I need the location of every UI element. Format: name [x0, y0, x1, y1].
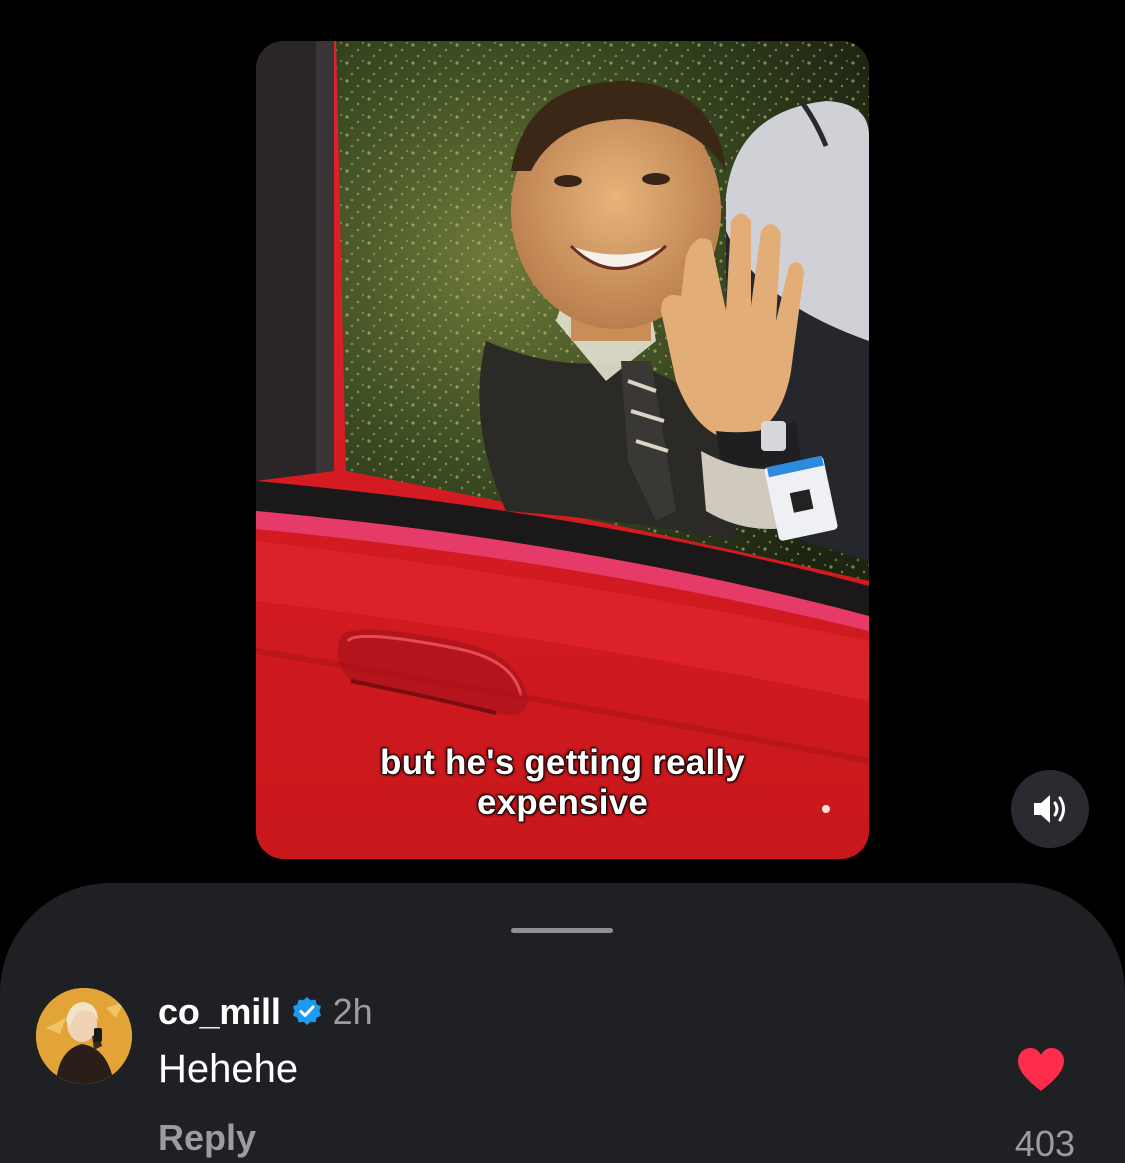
- comment-header: co_mill 2h: [158, 990, 373, 1034]
- page: but he's getting really expensive co_mil…: [0, 0, 1125, 1163]
- video-player[interactable]: but he's getting really expensive: [256, 41, 869, 859]
- like-button[interactable]: [1016, 1047, 1066, 1093]
- heart-filled-icon: [1018, 1048, 1064, 1091]
- video-caption: but he's getting really expensive: [256, 742, 869, 823]
- comment-text: Hehehe: [158, 1047, 299, 1091]
- like-count: 403: [1014, 1123, 1075, 1163]
- caption-line-2: expensive: [476, 782, 649, 822]
- avatar-image: [36, 988, 132, 1084]
- sound-toggle-button[interactable]: [1011, 770, 1089, 848]
- avatar[interactable]: [36, 988, 132, 1084]
- verified-badge-icon: [291, 996, 323, 1028]
- caption-line-1: but he's getting really: [379, 742, 745, 782]
- comment-username[interactable]: co_mill: [158, 991, 281, 1033]
- reply-button[interactable]: Reply: [158, 1117, 256, 1159]
- comments-sheet: co_mill 2h Hehehe Reply 403: [0, 883, 1125, 1163]
- speaker-on-icon: [1034, 795, 1065, 823]
- sheet-drag-handle[interactable]: [511, 928, 613, 933]
- comment-timestamp: 2h: [332, 991, 373, 1032]
- video-frame: [256, 41, 869, 859]
